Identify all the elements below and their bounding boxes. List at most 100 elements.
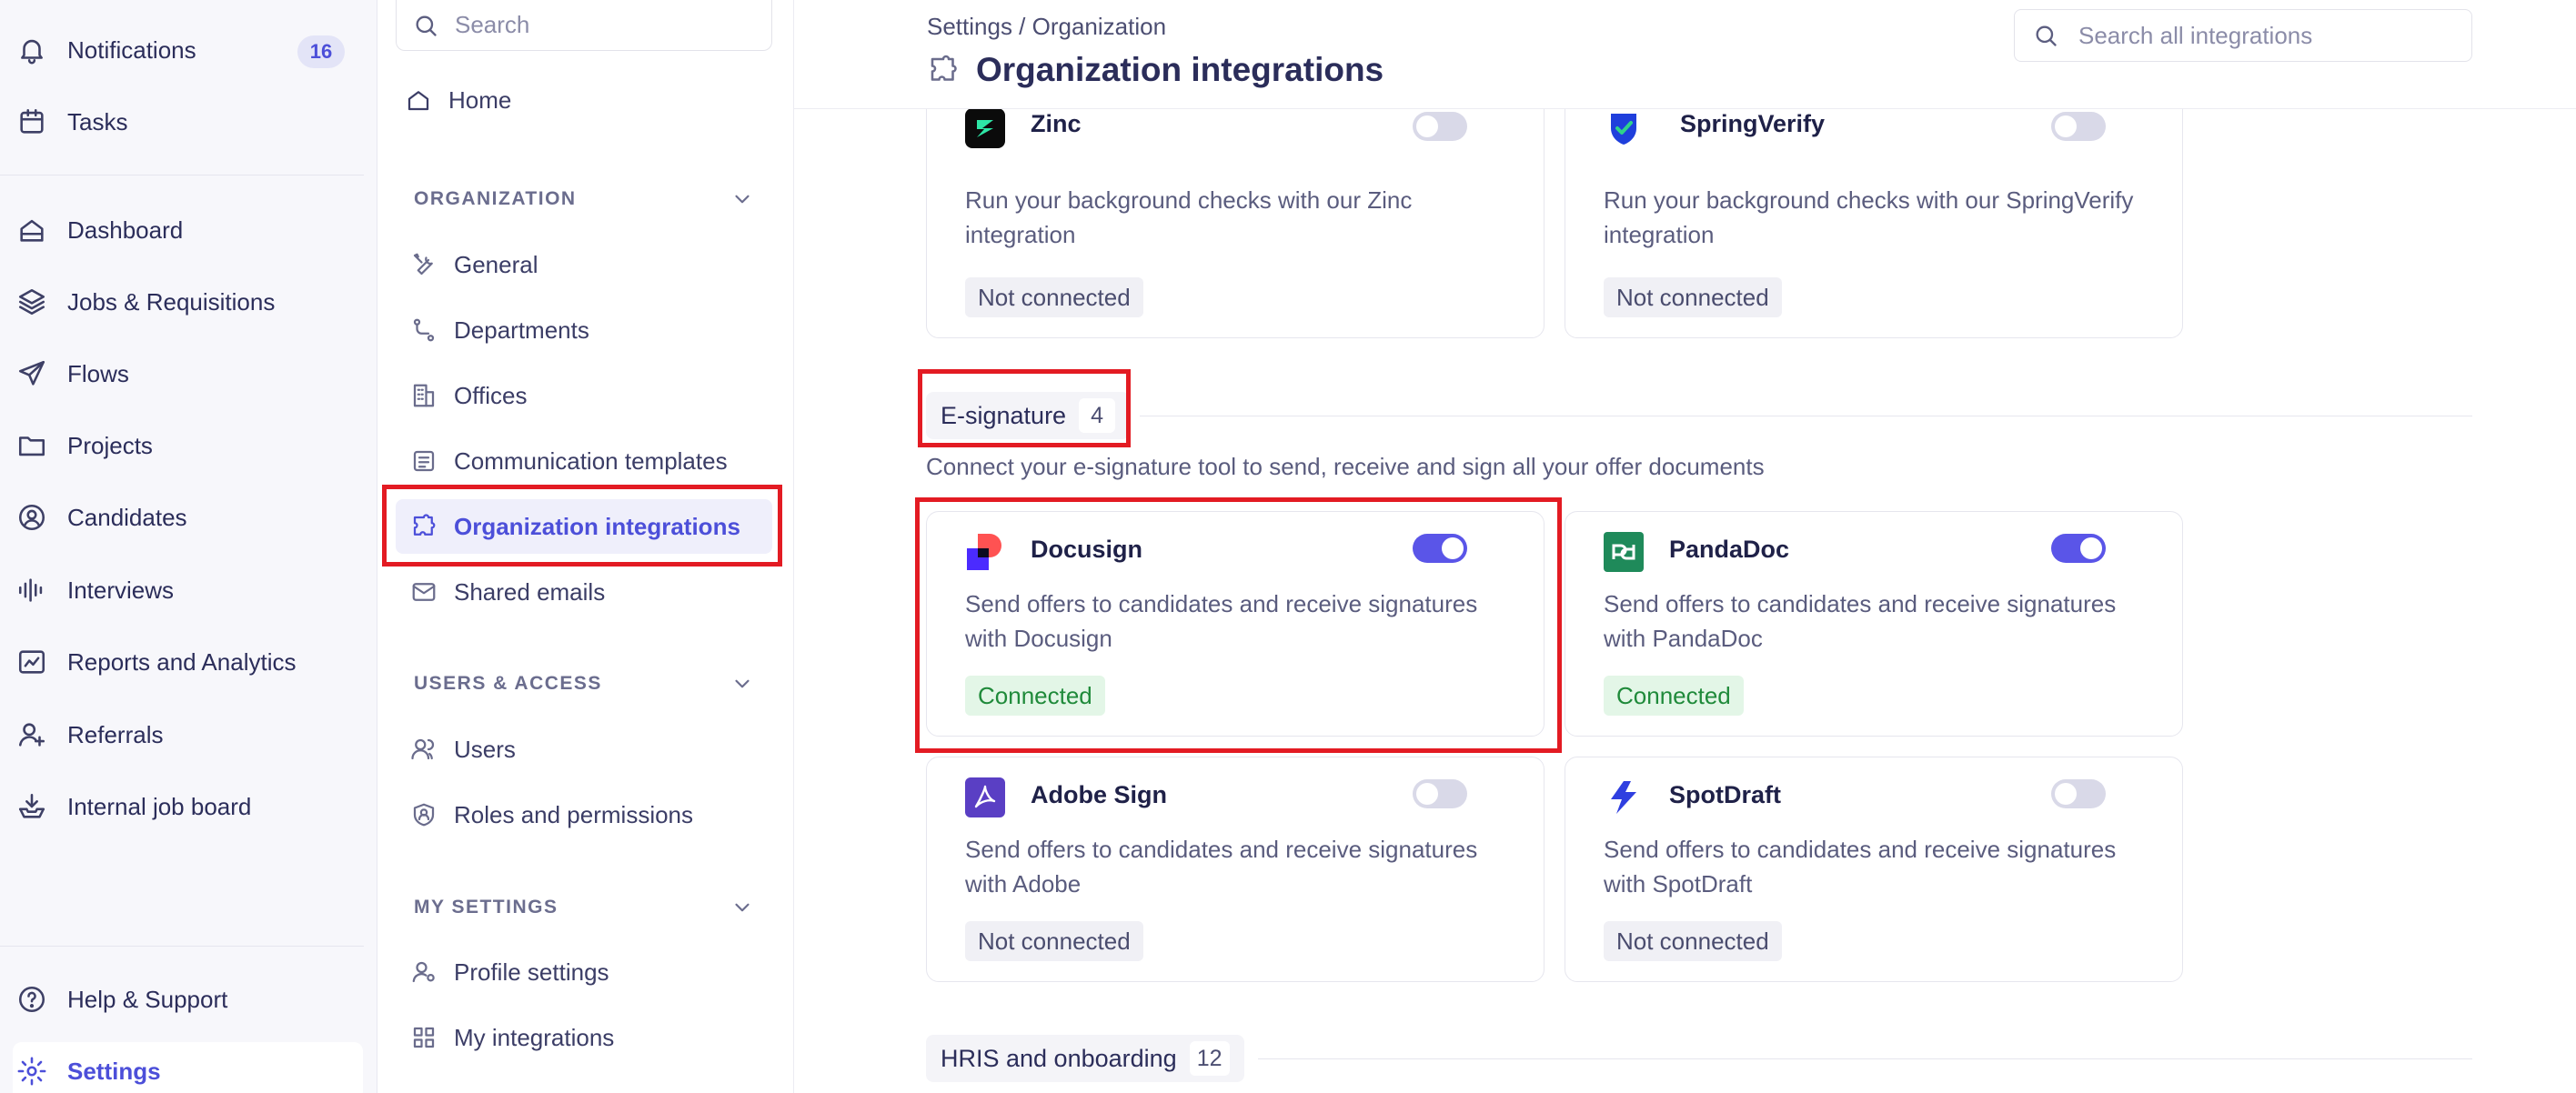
- nav-referrals[interactable]: Referrals: [13, 706, 363, 764]
- status-badge: Not connected: [1604, 277, 1782, 317]
- nav-projects[interactable]: Projects: [13, 416, 363, 475]
- integration-description: Send offers to candidates and receive si…: [1604, 590, 2117, 652]
- nav-label: Internal job board: [67, 792, 252, 820]
- integration-name: SpringVerify: [1680, 110, 1826, 137]
- mail-icon: [410, 578, 438, 606]
- subnav-departments[interactable]: Departments: [396, 303, 772, 357]
- section-esignature-pill: E-signature 4: [926, 392, 1131, 439]
- status-badge: Not connected: [965, 277, 1143, 317]
- subnav-shared-emails[interactable]: Shared emails: [396, 565, 772, 619]
- zinc-logo-icon: [965, 108, 1005, 148]
- tools-icon: [410, 251, 438, 278]
- nav-label: Flows: [67, 359, 129, 387]
- integration-toggle-adobe-sign[interactable]: [1413, 779, 1467, 808]
- chevron-down-icon: [730, 672, 754, 696]
- springverify-logo-icon: [1604, 108, 1644, 148]
- section-my-settings-label: MY SETTINGS: [414, 897, 558, 918]
- nav-help-support[interactable]: Help & Support: [13, 970, 363, 1028]
- integration-description: Send offers to candidates and receive si…: [965, 590, 1478, 652]
- nav-internal-job-board[interactable]: Internal job board: [13, 777, 363, 836]
- nav-label: Projects: [67, 431, 153, 459]
- bell-icon: [16, 35, 47, 65]
- section-organization-label: ORGANIZATION: [414, 188, 577, 209]
- subnav-label: Profile settings: [454, 958, 609, 986]
- status-badge: Connected: [965, 676, 1105, 716]
- section-hris-pill: HRIS and onboarding 12: [926, 1035, 1244, 1082]
- subnav-label: Home: [448, 85, 512, 114]
- nav-dashboard[interactable]: Dashboard: [13, 201, 363, 259]
- subnav-communication-templates[interactable]: Communication templates: [396, 434, 772, 488]
- status-badge: Not connected: [965, 921, 1143, 961]
- nav-jobs[interactable]: Jobs & Requisitions: [13, 273, 363, 331]
- nav-label: Reports and Analytics: [67, 647, 297, 676]
- integrations-search: [2014, 9, 2472, 62]
- subnav-my-integrations[interactable]: My integrations: [396, 1010, 772, 1065]
- subnav-offices[interactable]: Offices: [396, 368, 772, 423]
- integration-description: Run your background checks with our Zinc…: [965, 186, 1413, 248]
- search-icon: [2033, 23, 2058, 48]
- section-description: Connect your e-signature tool to send, r…: [926, 453, 1765, 480]
- status-badge: Connected: [1604, 676, 1744, 716]
- nav-flows[interactable]: Flows: [13, 345, 363, 403]
- toggle-knob: [1416, 783, 1438, 805]
- subnav-profile-settings[interactable]: Profile settings: [396, 945, 772, 999]
- integration-toggle-docusign[interactable]: [1413, 534, 1467, 563]
- pandadoc-logo-icon: [1604, 532, 1644, 572]
- subnav-roles-permissions[interactable]: Roles and permissions: [396, 787, 772, 842]
- integration-name: SpotDraft: [1669, 781, 1781, 808]
- nav-notifications[interactable]: Notifications 16: [13, 21, 363, 79]
- toggle-knob: [1416, 115, 1438, 137]
- settings-search-input[interactable]: [455, 11, 755, 39]
- integration-toggle-springverify[interactable]: [2051, 112, 2106, 141]
- nav-label: Notifications: [67, 35, 196, 64]
- git-branch-icon: [410, 316, 438, 344]
- nav-interviews[interactable]: Interviews: [13, 561, 363, 619]
- puzzle-icon: [927, 54, 960, 86]
- integration-card-docusign: Docusign Send offers to candidates and r…: [926, 511, 1545, 737]
- integration-toggle-spotdraft[interactable]: [2051, 779, 2106, 808]
- template-icon: [410, 447, 438, 475]
- nav-tasks[interactable]: Tasks: [13, 93, 363, 151]
- subnav-label: Organization integrations: [454, 512, 740, 540]
- section-my-settings-toggle[interactable]: MY SETTINGS: [396, 889, 772, 926]
- nav-label: Candidates: [67, 503, 187, 531]
- main-content: Settings / Organization Organization int…: [794, 0, 2576, 1093]
- nav-candidates[interactable]: Candidates: [13, 488, 363, 546]
- subnav-label: Shared emails: [454, 577, 606, 606]
- search-icon: [413, 13, 438, 38]
- help-circle-icon: [16, 984, 47, 1015]
- section-users-access-toggle[interactable]: USERS & ACCESS: [396, 666, 772, 702]
- section-esignature-header: E-signature 4: [926, 392, 1131, 439]
- page-header: Settings / Organization Organization int…: [794, 0, 2576, 109]
- subnav-label: Communication templates: [454, 446, 728, 475]
- subnav-label: My integrations: [454, 1023, 615, 1051]
- docusign-logo-icon: [965, 532, 1005, 572]
- section-title: HRIS and onboarding: [941, 1044, 1177, 1072]
- subnav-home[interactable]: Home: [396, 73, 772, 127]
- toggle-knob: [2055, 115, 2077, 137]
- nav-reports[interactable]: Reports and Analytics: [13, 633, 363, 691]
- integrations-search-input[interactable]: [2078, 21, 2460, 50]
- integration-toggle-zinc[interactable]: [1413, 112, 1467, 141]
- settings-search: [396, 0, 772, 51]
- subnav-users[interactable]: Users: [396, 722, 772, 777]
- gear-icon: [16, 1056, 47, 1087]
- section-count: 12: [1189, 1041, 1230, 1076]
- nav-settings[interactable]: Settings: [13, 1042, 363, 1093]
- section-organization-toggle[interactable]: ORGANIZATION: [396, 181, 772, 217]
- building-icon: [410, 382, 438, 409]
- user-gear-icon: [410, 958, 438, 986]
- section-hris-header: HRIS and onboarding 12: [926, 1035, 1244, 1082]
- page-title-row: Organization integrations: [927, 51, 1384, 89]
- integration-name: Zinc: [1031, 110, 1082, 137]
- toggle-knob: [2055, 783, 2077, 805]
- layers-icon: [16, 286, 47, 317]
- subnav-label: General: [454, 250, 538, 278]
- subnav-general[interactable]: General: [396, 237, 772, 292]
- subnav-organization-integrations[interactable]: Organization integrations: [396, 499, 772, 554]
- status-badge: Not connected: [1604, 921, 1782, 961]
- section-title: E-signature: [941, 401, 1067, 429]
- integration-toggle-pandadoc[interactable]: [2051, 534, 2106, 563]
- adobe-sign-logo-icon: [965, 777, 1005, 817]
- nav-label: Help & Support: [67, 985, 228, 1013]
